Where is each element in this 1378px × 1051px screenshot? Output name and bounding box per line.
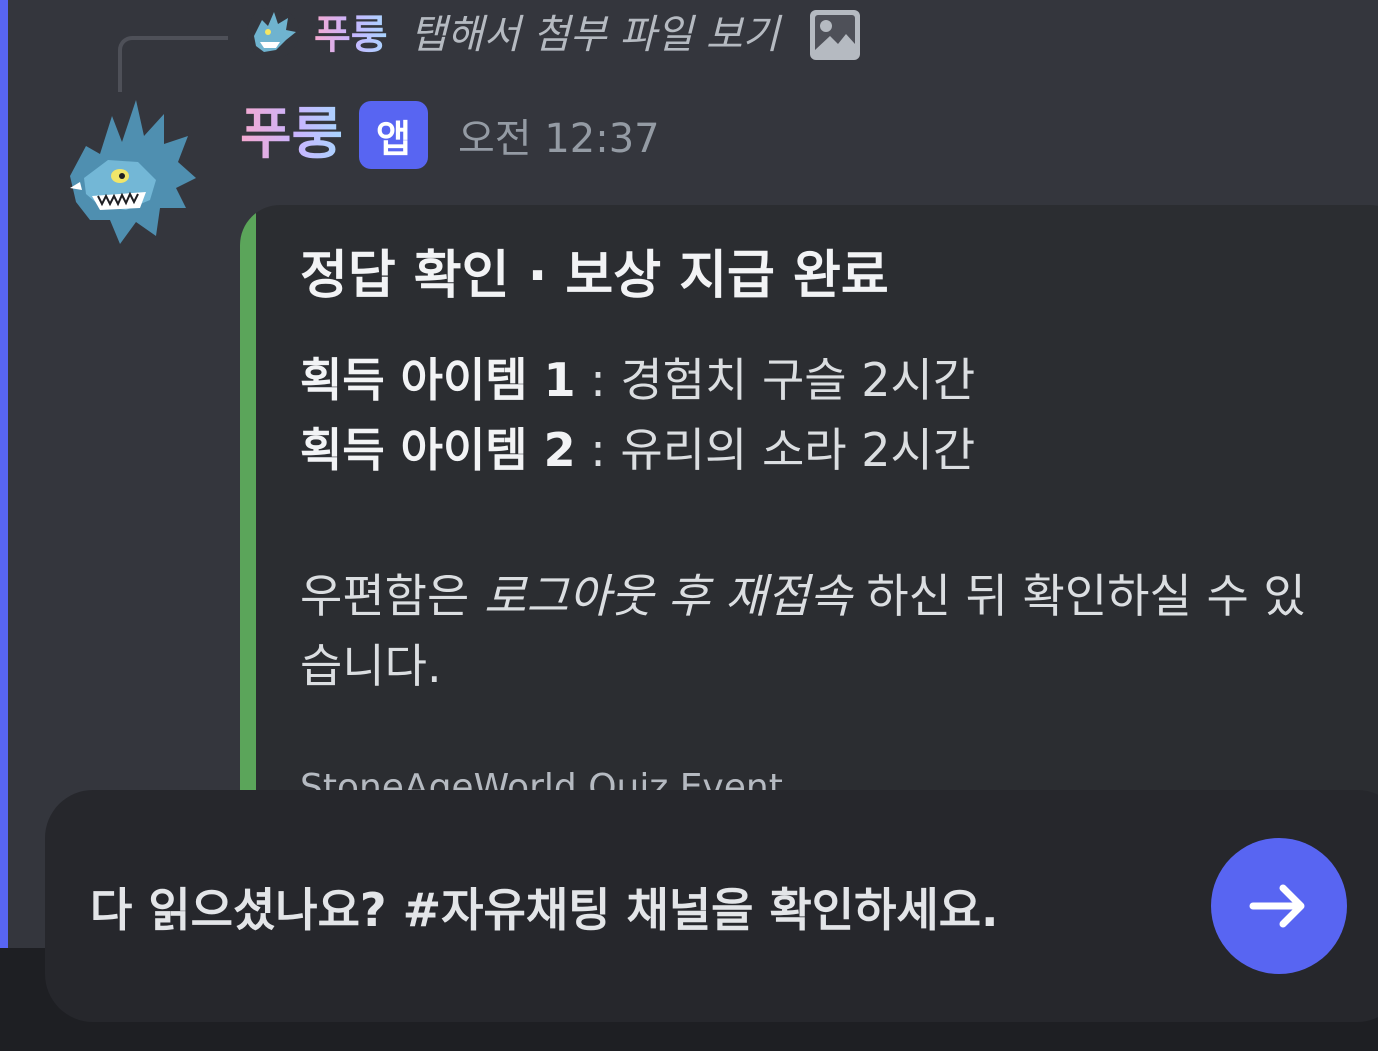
reply-author-name[interactable]: 푸룽 <box>314 10 388 60</box>
arrow-right-icon <box>1249 884 1305 928</box>
reward-item: 획득 아이템 1 : 경험치 구슬 2시간 <box>300 345 1350 415</box>
embed-reward-list: 획득 아이템 1 : 경험치 구슬 2시간 획득 아이템 2 : 유리의 소라 … <box>300 345 1350 485</box>
author-avatar[interactable] <box>60 96 200 246</box>
app-badge: 앱 <box>359 101 428 169</box>
reward-separator: : <box>575 353 621 407</box>
reward-item: 획득 아이템 2 : 유리의 소라 2시간 <box>300 415 1350 485</box>
embed-title: 정답 확인 · 보상 지급 완료 <box>300 246 889 306</box>
embed-description: 우편함은 로그아웃 후 재접속 하신 뒤 확인하실 수 있습니다. <box>300 561 1320 701</box>
description-emphasis: 로그아웃 후 재접속 <box>483 569 852 623</box>
description-prefix: 우편함은 <box>300 569 484 623</box>
reward-value: 경험치 구슬 2시간 <box>620 353 976 407</box>
reply-avatar[interactable] <box>246 6 300 60</box>
notification-text[interactable]: 다 읽으셨나요? #자유채팅 채널을 확인하세요. <box>90 878 999 942</box>
reply-attachment-text[interactable]: 탭해서 첨부 파일 보기 <box>410 10 779 60</box>
author-name[interactable]: 푸룽 <box>240 100 343 170</box>
reward-label: 획득 아이템 2 <box>300 423 576 477</box>
mention-highlight-bar <box>0 0 8 948</box>
reward-separator: : <box>575 423 621 477</box>
embed-accent-bar <box>240 205 256 845</box>
reward-value: 유리의 소라 2시간 <box>620 423 976 477</box>
jump-button[interactable] <box>1211 838 1347 974</box>
message-embed: 정답 확인 · 보상 지급 완료 획득 아이템 1 : 경험치 구슬 2시간 획… <box>240 205 1378 845</box>
image-icon[interactable] <box>810 10 860 60</box>
reply-connector-line <box>118 36 228 92</box>
message-timestamp: 오전 12:37 <box>458 116 660 162</box>
reward-label: 획득 아이템 1 <box>300 353 576 407</box>
